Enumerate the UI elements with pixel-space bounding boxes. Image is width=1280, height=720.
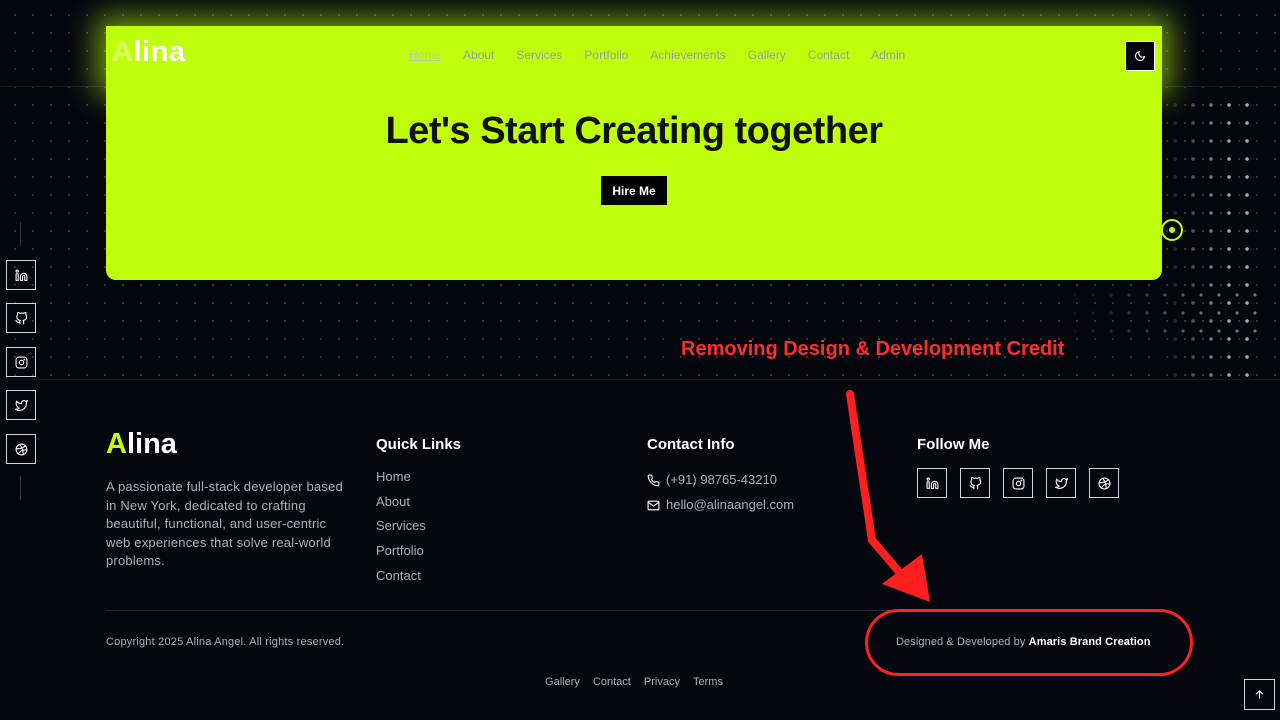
phone-icon <box>647 474 660 487</box>
footer-link-portfolio[interactable]: Portfolio <box>376 542 426 567</box>
dribbble-icon <box>1098 477 1110 489</box>
footer-brand-initial: A <box>106 428 127 460</box>
footer-twitter-button[interactable] <box>1046 468 1076 498</box>
cta-banner: Let's Start Creating together Hire Me <box>106 86 1162 280</box>
bottom-link-privacy[interactable]: Privacy <box>644 676 680 688</box>
side-instagram-button[interactable] <box>6 347 36 377</box>
twitter-icon <box>1054 477 1068 489</box>
hire-me-button[interactable]: Hire Me <box>601 176 667 205</box>
annotation-text: Removing Design & Development Credit <box>681 338 1065 360</box>
contact-info-list: (+91) 98765-43210 hello@alinaangel.com <box>647 468 794 517</box>
nav-achievements[interactable]: Achievements <box>650 48 725 62</box>
linkedin-icon <box>926 477 938 489</box>
twitter-icon <box>14 399 28 411</box>
brand-initial: A <box>112 36 134 68</box>
nav-contact[interactable]: Contact <box>808 48 849 62</box>
nav-home[interactable]: Home <box>409 48 441 62</box>
footer-brand-name: lina <box>126 428 177 460</box>
bottom-links: Gallery Contact Privacy Terms <box>0 676 1268 688</box>
instagram-icon <box>1012 477 1024 489</box>
mail-icon <box>647 500 660 510</box>
github-icon <box>15 311 27 324</box>
contact-email-text: hello@alinaangel.com <box>666 497 795 513</box>
linkedin-icon <box>15 269 27 281</box>
contact-phone[interactable]: (+91) 98765-43210 <box>647 468 794 493</box>
brand-name: lina <box>133 36 186 68</box>
contact-email[interactable]: hello@alinaangel.com <box>647 493 794 518</box>
dribbble-icon <box>15 443 27 455</box>
navbar: Alina Home About Services Portfolio Achi… <box>106 26 1162 86</box>
bottom-link-gallery[interactable]: Gallery <box>545 676 580 688</box>
follow-me-heading: Follow Me <box>917 436 990 453</box>
annotation-highlight-ellipse <box>865 609 1193 676</box>
brand-logo[interactable]: Alina <box>112 36 185 69</box>
footer-social-list <box>917 468 1119 498</box>
footer-link-services[interactable]: Services <box>376 517 426 542</box>
rail-line-top <box>20 222 21 246</box>
side-twitter-button[interactable] <box>6 390 36 420</box>
bottom-link-terms[interactable]: Terms <box>693 676 723 688</box>
footer-github-button[interactable] <box>960 468 990 498</box>
quick-links-heading: Quick Links <box>376 436 462 453</box>
nav-about[interactable]: About <box>463 48 494 62</box>
annotation-arrow-icon <box>846 390 930 602</box>
footer-linkedin-button[interactable] <box>917 468 947 498</box>
copyright-text: Copyright 2025 Alina Angel. All rights r… <box>106 636 345 648</box>
back-to-top-button[interactable] <box>1244 679 1275 710</box>
instagram-icon <box>15 356 27 368</box>
nav-menu: Home About Services Portfolio Achievemen… <box>409 48 905 62</box>
footer-link-home[interactable]: Home <box>376 468 426 493</box>
footer-dribbble-button[interactable] <box>1089 468 1119 498</box>
footer-about-text: A passionate full-stack developer based … <box>106 479 343 568</box>
side-linkedin-button[interactable] <box>6 260 36 290</box>
cursor-ring-icon <box>1161 219 1183 241</box>
footer-brand: Alina <box>106 428 177 461</box>
side-github-button[interactable] <box>6 303 36 333</box>
nav-admin[interactable]: Admin <box>871 48 905 62</box>
footer-link-contact[interactable]: Contact <box>376 567 426 592</box>
nav-gallery[interactable]: Gallery <box>748 48 786 62</box>
section-divider <box>0 379 1280 380</box>
nav-services[interactable]: Services <box>516 48 562 62</box>
cta-title: Let's Start Creating together <box>385 110 883 152</box>
contact-info-heading: Contact Info <box>647 436 735 453</box>
bottom-link-contact[interactable]: Contact <box>593 676 631 688</box>
side-dribbble-button[interactable] <box>6 434 36 464</box>
moon-icon <box>1134 50 1146 62</box>
rail-line-bottom <box>20 476 21 500</box>
footer-link-about[interactable]: About <box>376 493 426 518</box>
footer-instagram-button[interactable] <box>1003 468 1033 498</box>
dotted-background-highlight-lower <box>1060 280 1260 340</box>
contact-phone-text: (+91) 98765-43210 <box>666 472 777 488</box>
theme-toggle-button[interactable] <box>1125 41 1155 71</box>
nav-portfolio[interactable]: Portfolio <box>584 48 628 62</box>
github-icon <box>969 476 981 489</box>
arrow-up-icon <box>1255 690 1264 699</box>
quick-links-list: Home About Services Portfolio Contact <box>376 468 426 591</box>
